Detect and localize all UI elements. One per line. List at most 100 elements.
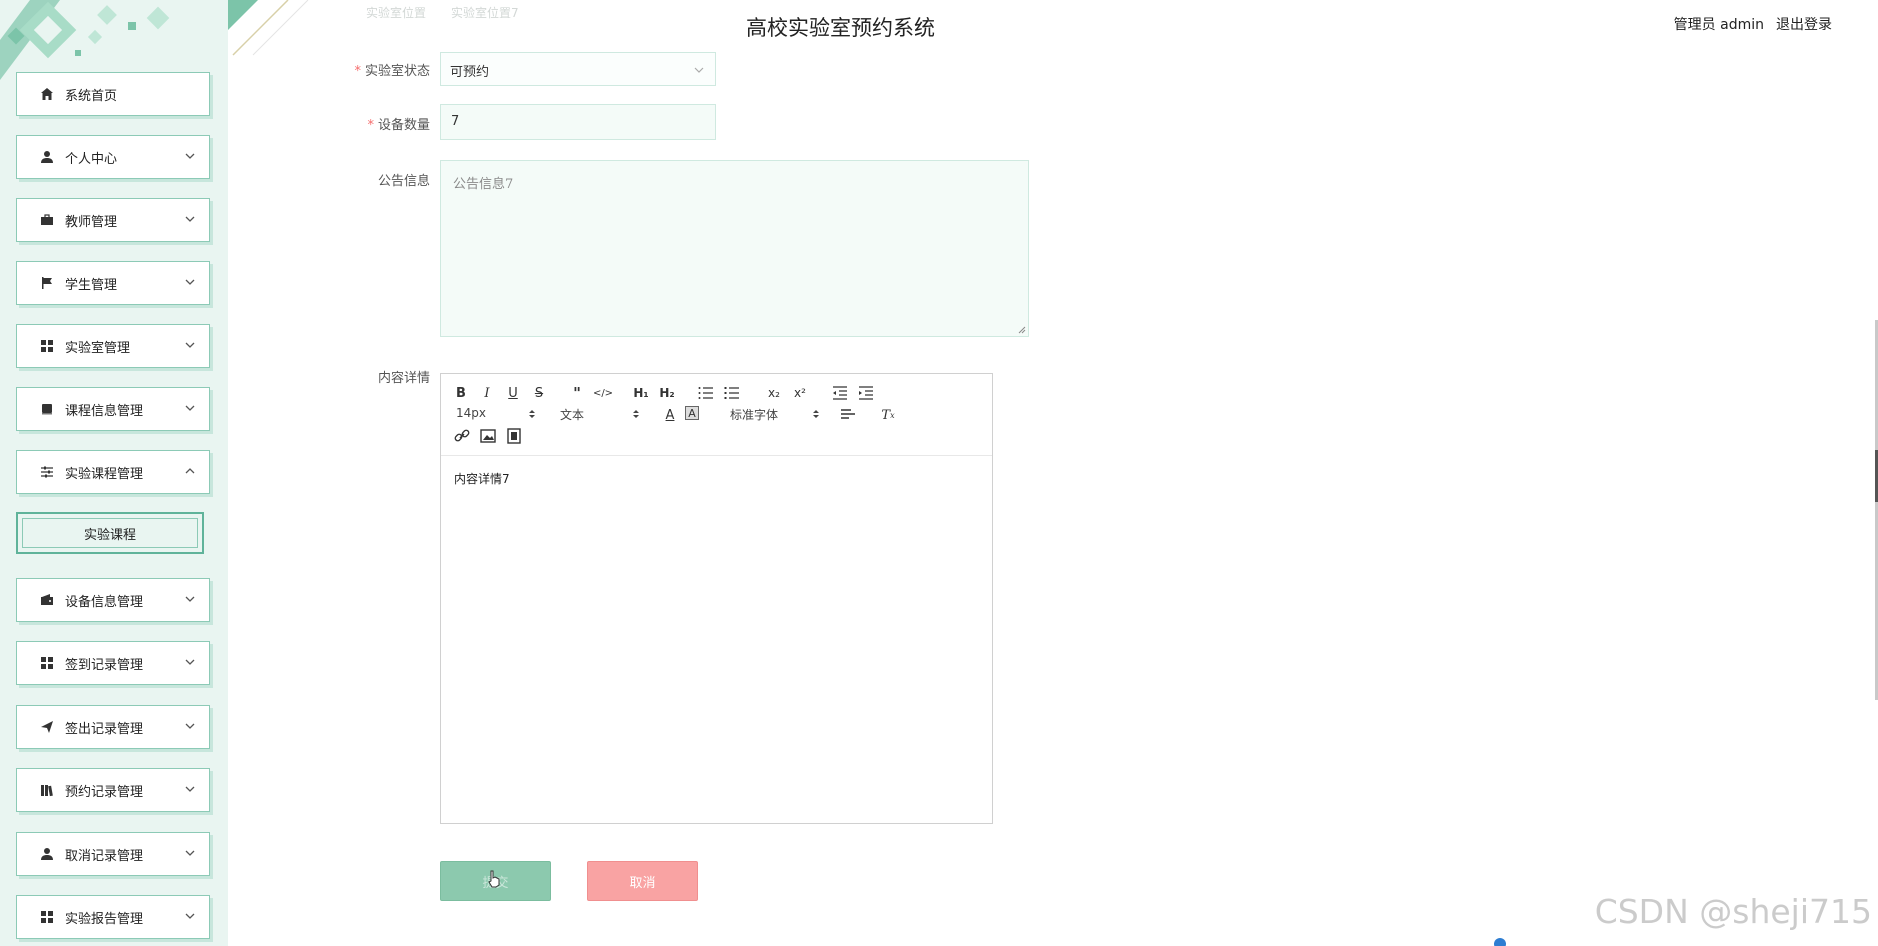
- sidebar-item-student[interactable]: 学生管理: [16, 261, 210, 305]
- logout-link[interactable]: 退出登录: [1776, 14, 1832, 34]
- equipment-count-input[interactable]: 7: [440, 104, 716, 140]
- flag-icon: [39, 275, 55, 291]
- outdent-icon[interactable]: [831, 384, 849, 402]
- italic-icon[interactable]: I: [478, 384, 496, 402]
- user-area: 管理员 admin 退出登录: [1674, 14, 1832, 34]
- chevron-down-icon: [185, 342, 195, 348]
- app-title: 高校实验室预约系统: [746, 16, 935, 40]
- status-select[interactable]: 可预约: [440, 52, 716, 86]
- bullet-list-icon[interactable]: [723, 384, 741, 402]
- user-icon: [39, 149, 55, 165]
- book-icon: [39, 401, 55, 417]
- subscript-icon[interactable]: x₂: [765, 384, 783, 402]
- rich-text-editor[interactable]: B I U S " </> H₁ H₂ x₂ x² 14px 文本 A A 标准…: [440, 373, 993, 824]
- font-family-select[interactable]: 标准字体: [730, 406, 820, 423]
- resize-handle-icon[interactable]: [1018, 326, 1026, 334]
- sidebar-item-checkin[interactable]: 签到记录管理: [16, 641, 210, 685]
- send-icon: [39, 719, 55, 735]
- sidebar-item-reservation[interactable]: 预约记录管理: [16, 768, 210, 812]
- background-color-icon[interactable]: A: [685, 406, 699, 420]
- code-block-icon[interactable]: </>: [593, 384, 613, 402]
- chevron-down-icon: [185, 659, 195, 665]
- sidebar-item-personal-center[interactable]: 个人中心: [16, 135, 210, 179]
- home-icon: [39, 86, 55, 102]
- sidebar-item-lab[interactable]: 实验室管理: [16, 324, 210, 368]
- content-label: 内容详情: [377, 371, 430, 386]
- chevron-down-icon: [185, 279, 195, 285]
- sidebar-item-home[interactable]: 系统首页: [16, 72, 210, 116]
- chevron-down-icon: [185, 153, 195, 159]
- decorative-lines: [228, 0, 309, 56]
- chevron-up-icon: [185, 468, 195, 474]
- sidebar-item-label: 预约记录管理: [65, 784, 144, 800]
- updown-icon: [633, 410, 639, 418]
- chevron-down-icon: [185, 786, 195, 792]
- chevron-down-icon: [185, 216, 195, 222]
- ordered-list-icon[interactable]: [697, 384, 715, 402]
- sidebar-item-label: 个人中心: [65, 151, 118, 167]
- status-select-value: 可预约: [450, 65, 490, 80]
- bold-icon[interactable]: B: [452, 384, 470, 402]
- status-label: * 实验室状态: [354, 64, 430, 79]
- sidebar-item-course-info[interactable]: 课程信息管理: [16, 387, 210, 431]
- sidebar-item-label: 签到记录管理: [65, 657, 144, 673]
- sidebar-item-label: 设备信息管理: [65, 594, 144, 610]
- chevron-down-icon: [185, 850, 195, 856]
- video-icon[interactable]: [505, 427, 523, 445]
- sidebar-item-label: 教师管理: [65, 214, 118, 230]
- block-type-select[interactable]: 文本: [560, 406, 640, 423]
- sidebar-item-label: 取消记录管理: [65, 848, 144, 864]
- grid-icon: [39, 655, 55, 671]
- link-icon[interactable]: [453, 427, 471, 445]
- chevron-down-icon: [185, 723, 195, 729]
- sidebar-item-label: 系统首页: [65, 88, 118, 104]
- faded-field-value: 实验室位置7: [451, 6, 519, 20]
- sliders-icon: [39, 464, 55, 480]
- sidebar-item-label: 实验报告管理: [65, 911, 144, 927]
- image-icon[interactable]: [479, 427, 497, 445]
- sidebar-item-label: 实验课程管理: [65, 466, 144, 482]
- watermark: CSDN @sheji715: [1594, 892, 1872, 931]
- hand-cursor-icon: [488, 870, 500, 888]
- sidebar: 系统首页 个人中心 教师管理 学生管理 实验室管理 课程信息管理 实验课程管理 …: [0, 0, 228, 946]
- align-left-icon[interactable]: [839, 406, 857, 424]
- heading1-icon[interactable]: H₁: [632, 384, 650, 402]
- chevron-down-icon: [185, 913, 195, 919]
- grid-icon: [39, 338, 55, 354]
- decorative-banner: [0, 0, 170, 80]
- indent-icon[interactable]: [857, 384, 875, 402]
- notice-textarea[interactable]: 公告信息7: [440, 160, 1029, 337]
- notice-label: 公告信息: [377, 174, 430, 189]
- equipment-count-label: * 设备数量: [367, 118, 430, 133]
- strikethrough-icon[interactable]: S: [530, 384, 548, 402]
- faded-field-label: 实验室位置: [366, 6, 427, 20]
- heading2-icon[interactable]: H₂: [658, 384, 676, 402]
- sidebar-item-checkout[interactable]: 签出记录管理: [16, 705, 210, 749]
- sidebar-item-label: 签出记录管理: [65, 721, 144, 737]
- sidebar-item-report[interactable]: 实验报告管理: [16, 895, 210, 939]
- sidebar-item-label: 课程信息管理: [65, 403, 144, 419]
- sidebar-item-cancel-records[interactable]: 取消记录管理: [16, 832, 210, 876]
- cancel-button[interactable]: 取消: [587, 861, 698, 901]
- font-color-icon[interactable]: A: [661, 406, 679, 424]
- sidebar-item-exp-course[interactable]: 实验课程管理: [16, 450, 210, 494]
- editor-content[interactable]: 内容详情7: [441, 456, 992, 501]
- submenu-item-exp-course[interactable]: 实验课程: [16, 512, 204, 554]
- blue-dot: [1494, 938, 1506, 946]
- sidebar-item-teacher[interactable]: 教师管理: [16, 198, 210, 242]
- sidebar-item-equipment[interactable]: 设备信息管理: [16, 578, 210, 622]
- font-size-select[interactable]: 14px: [456, 406, 536, 420]
- updown-icon: [813, 410, 819, 418]
- chevron-down-icon: [185, 596, 195, 602]
- briefcase-icon: [39, 212, 55, 228]
- blockquote-icon[interactable]: ": [568, 384, 586, 402]
- user-role: 管理员 admin: [1673, 17, 1764, 33]
- library-icon: [39, 782, 55, 798]
- superscript-icon[interactable]: x²: [791, 384, 809, 402]
- updown-icon: [529, 410, 535, 418]
- underline-icon[interactable]: U: [504, 384, 522, 402]
- editor-toolbar: B I U S " </> H₁ H₂ x₂ x² 14px 文本 A A 标准…: [441, 374, 992, 456]
- clear-format-icon[interactable]: Tx: [879, 406, 897, 424]
- chevron-down-icon: [185, 405, 195, 411]
- sidebar-item-label: 学生管理: [65, 277, 118, 293]
